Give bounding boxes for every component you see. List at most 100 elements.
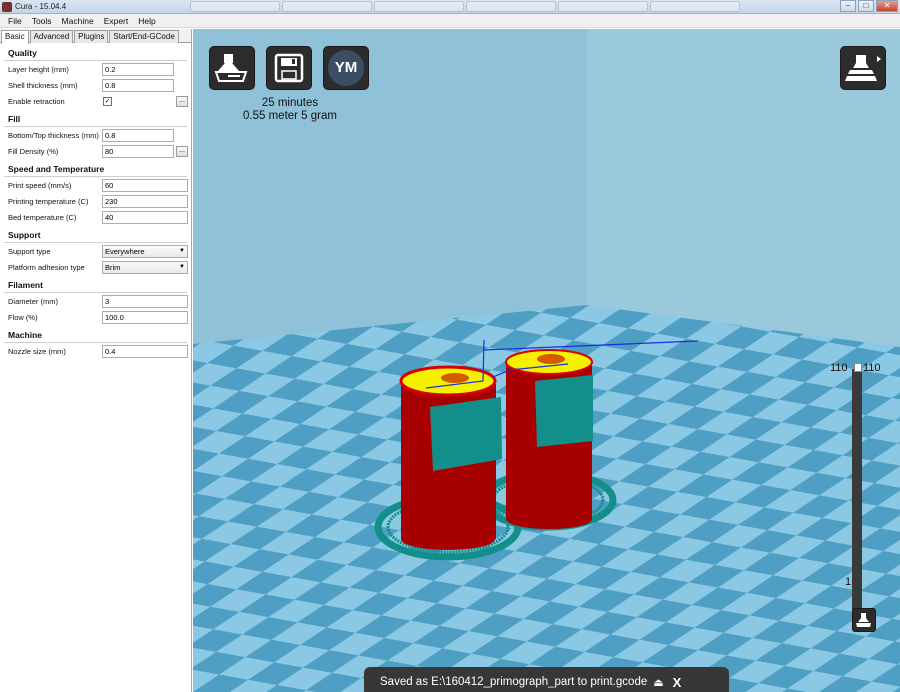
layer-height-label: Layer height (mm) bbox=[8, 64, 69, 74]
left-cylinder-bottom bbox=[401, 528, 495, 550]
chevron-down-icon: ▼ bbox=[179, 263, 185, 270]
youmagine-icon: YM bbox=[324, 47, 368, 89]
load-model-button[interactable] bbox=[209, 46, 255, 90]
section-title-support: Support bbox=[8, 230, 41, 240]
view-mode-icon bbox=[845, 55, 881, 81]
toast-close-button[interactable]: X bbox=[673, 675, 682, 690]
support-type-select[interactable]: Everywhere ▼ bbox=[102, 244, 188, 258]
close-window-button[interactable]: ✕ bbox=[876, 0, 898, 12]
support-type-label: Support type bbox=[8, 246, 51, 256]
setting-row-layer-height: Layer height (mm) 0.2 bbox=[0, 61, 191, 77]
layer-min-label: 1 bbox=[845, 576, 852, 588]
fill-density-more-button[interactable]: ... bbox=[176, 145, 188, 157]
menu-machine[interactable]: Machine bbox=[57, 16, 99, 26]
layer-height-input[interactable]: 0.2 bbox=[102, 62, 174, 76]
window-controls: – □ ✕ bbox=[840, 0, 898, 12]
youmagine-button[interactable]: YM bbox=[323, 46, 369, 90]
tab-advanced[interactable]: Advanced bbox=[29, 30, 74, 43]
bed-temperature-label: Bed temperature (C) bbox=[8, 212, 77, 222]
background-taskbar-strip bbox=[190, 1, 740, 12]
setting-row-diameter: Diameter (mm) 3 bbox=[0, 293, 191, 309]
section-title-fill: Fill bbox=[8, 114, 21, 124]
nozzle-size-input[interactable]: 0.4 bbox=[102, 344, 188, 358]
save-gcode-icon bbox=[274, 53, 304, 83]
layer-max-label-right: 110 bbox=[863, 362, 881, 374]
setting-row-fill-density: Fill Density (%) 80 ... bbox=[0, 143, 191, 159]
menu-bar: File Tools Machine Expert Help bbox=[0, 14, 900, 28]
background-window-tab bbox=[466, 1, 556, 12]
background-window-tab bbox=[374, 1, 464, 12]
menu-expert[interactable]: Expert bbox=[99, 16, 134, 26]
background-window-tab bbox=[650, 1, 740, 12]
setting-row-shell-thickness: Shell thickness (mm) 0.8 bbox=[0, 77, 191, 93]
tab-basic[interactable]: Basic bbox=[1, 30, 29, 44]
setting-row-bottom-top: Bottom/Top thickness (mm) 0.8 bbox=[0, 127, 191, 143]
retraction-more-button[interactable]: ... bbox=[176, 95, 188, 107]
layer-max-label-left: 110 bbox=[830, 362, 848, 374]
settings-tabs: Basic Advanced Plugins Start/End-GCode bbox=[0, 29, 191, 44]
bottom-top-thickness-input[interactable]: 0.8 bbox=[102, 128, 174, 142]
adhesion-type-label: Platform adhesion type bbox=[8, 262, 85, 272]
print-time-text: 25 minutes bbox=[261, 97, 319, 109]
right-cylinder-hole bbox=[537, 354, 565, 364]
shell-thickness-input[interactable]: 0.8 bbox=[102, 78, 174, 92]
maximize-button[interactable]: □ bbox=[858, 0, 874, 12]
adhesion-type-value: Brim bbox=[105, 262, 121, 272]
menu-tools[interactable]: Tools bbox=[27, 16, 57, 26]
minimize-button[interactable]: – bbox=[840, 0, 856, 12]
build-plate-scene bbox=[193, 29, 900, 692]
layer-view-button[interactable] bbox=[852, 608, 876, 632]
support-type-value: Everywhere bbox=[105, 246, 145, 256]
layer-slider-track[interactable] bbox=[852, 369, 862, 619]
printing-temperature-input[interactable]: 230 bbox=[102, 194, 188, 208]
adhesion-type-select[interactable]: Brim ▼ bbox=[102, 260, 188, 274]
setting-row-bed-temp: Bed temperature (C) 40 bbox=[0, 209, 191, 225]
tab-start-end-gcode[interactable]: Start/End-GCode bbox=[109, 30, 179, 43]
diameter-label: Diameter (mm) bbox=[8, 296, 58, 306]
3d-viewport[interactable]: YM 25 minutes 0.55 meter 5 gram 110 110 … bbox=[193, 29, 900, 692]
menu-help[interactable]: Help bbox=[133, 16, 160, 26]
background-window-tab bbox=[282, 1, 372, 12]
background-window-tab bbox=[190, 1, 280, 12]
bed-temperature-input[interactable]: 40 bbox=[102, 210, 188, 224]
printing-temperature-label: Printing temperature (C) bbox=[8, 196, 89, 206]
section-title-machine: Machine bbox=[8, 330, 43, 340]
section-title-speed: Speed and Temperature bbox=[8, 164, 105, 174]
save-gcode-button[interactable] bbox=[266, 46, 312, 90]
setting-row-flow: Flow (%) 100.0 bbox=[0, 309, 191, 325]
retraction-checkbox[interactable]: ✓ bbox=[103, 96, 112, 106]
chevron-down-icon: ▼ bbox=[179, 247, 185, 254]
toast-message: Saved as E:\160412_primograph_part to pr… bbox=[380, 676, 648, 688]
fill-density-input[interactable]: 80 bbox=[102, 144, 174, 158]
nozzle-size-label: Nozzle size (mm) bbox=[8, 346, 66, 356]
right-cylinder-bottom bbox=[506, 509, 592, 529]
print-speed-input[interactable]: 60 bbox=[102, 178, 188, 192]
setting-row-print-speed: Print speed (mm/s) 60 bbox=[0, 177, 191, 193]
print-material-text: 0.55 meter 5 gram bbox=[243, 110, 337, 122]
eject-icon[interactable]: ⏏ bbox=[653, 676, 663, 689]
print-speed-label: Print speed (mm/s) bbox=[8, 180, 72, 190]
tab-plugins[interactable]: Plugins bbox=[74, 30, 109, 43]
window-title-bar: Cura - 15.04.4 – □ ✕ bbox=[0, 0, 900, 14]
flow-input[interactable]: 100.0 bbox=[102, 310, 188, 324]
youmagine-label: YM bbox=[328, 50, 364, 86]
bottom-top-thickness-label: Bottom/Top thickness (mm) bbox=[8, 130, 99, 140]
setting-row-adhesion: Platform adhesion type Brim ▼ bbox=[0, 259, 191, 275]
setting-row-support-type: Support type Everywhere ▼ bbox=[0, 243, 191, 259]
view-mode-button[interactable] bbox=[840, 46, 886, 90]
section-title-quality: Quality bbox=[8, 48, 37, 58]
saved-toast: Saved as E:\160412_primograph_part to pr… bbox=[364, 667, 729, 692]
cura-app-icon bbox=[2, 1, 12, 12]
background-window-tab bbox=[558, 1, 648, 12]
menu-file[interactable]: File bbox=[3, 16, 27, 26]
fill-density-label: Fill Density (%) bbox=[8, 146, 59, 156]
left-support-block bbox=[430, 397, 502, 471]
left-cylinder-hole bbox=[441, 373, 469, 383]
shell-thickness-label: Shell thickness (mm) bbox=[8, 80, 78, 90]
window-title: Cura - 15.04.4 bbox=[15, 2, 67, 11]
layer-slider-handle[interactable] bbox=[854, 363, 862, 372]
setting-row-retraction: Enable retraction ✓ ... bbox=[0, 93, 191, 109]
right-support-block bbox=[535, 375, 593, 447]
diameter-input[interactable]: 3 bbox=[102, 294, 188, 308]
flow-label: Flow (%) bbox=[8, 312, 38, 322]
